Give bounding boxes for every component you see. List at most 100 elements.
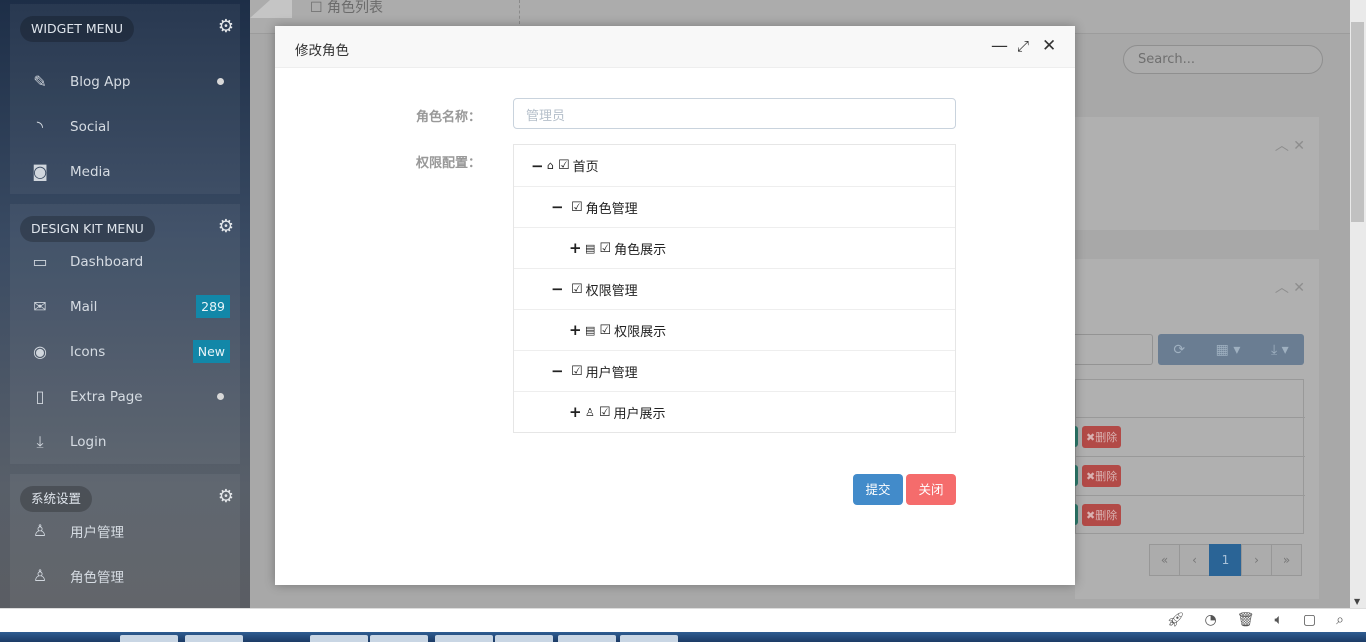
camera-icon: ◙	[32, 162, 48, 181]
close-button[interactable]: 关闭	[906, 474, 956, 505]
delete-button[interactable]: ✖删除	[1082, 426, 1122, 448]
checkbox-checked-icon[interactable]: ☑	[558, 158, 570, 173]
sidebar-item-mail[interactable]: ✉ Mail 289	[10, 284, 240, 329]
sidebar-item-extra-page[interactable]: ▯ Extra Page	[10, 374, 240, 419]
taskbar-item[interactable]	[370, 635, 428, 642]
rss-icon: ◝	[36, 117, 44, 136]
refresh-icon[interactable]: ⟳	[1173, 342, 1185, 358]
page-1-button[interactable]: 1	[1209, 544, 1242, 576]
checkbox-checked-icon[interactable]: ☑	[571, 282, 583, 297]
expand-toggle[interactable]: +	[569, 403, 582, 421]
sidebar-item-media[interactable]: ◙ Media	[10, 149, 240, 194]
taskbar-item[interactable]	[558, 635, 616, 642]
sidebar-item-label: Dashboard	[70, 253, 144, 270]
maximize-icon[interactable]: ⤢	[1017, 36, 1029, 56]
taskbar-item[interactable]	[435, 635, 493, 642]
pagination: « ‹ 1 › »	[1149, 544, 1302, 576]
node-label: 权限展示	[614, 324, 667, 340]
submit-button[interactable]: 提交	[853, 474, 903, 505]
collapse-toggle[interactable]: −	[531, 157, 544, 175]
tab-label: 角色列表	[327, 0, 384, 16]
sidebar-item-dashboard[interactable]: ▭ Dashboard	[10, 239, 240, 284]
tree-node-home[interactable]: − ⌂ ☑ 首页	[514, 145, 955, 186]
sidebar-item-login[interactable]: ⤓ Login	[10, 419, 240, 464]
mail-icon: ✉	[33, 297, 47, 316]
last-page-button[interactable]: »	[1271, 544, 1302, 576]
gear-icon[interactable]: ⚙	[218, 488, 234, 506]
prev-page-button[interactable]: ‹	[1179, 544, 1210, 576]
role-name-label: 角色名称：	[415, 110, 481, 125]
node-label: 用户管理	[585, 365, 638, 381]
scroll-down-arrow[interactable]: ▼	[1354, 597, 1360, 606]
tab-role-list[interactable]: ☐ 角色列表	[310, 0, 383, 17]
sidebar-item-role-management[interactable]: ♙ 角色管理	[10, 553, 240, 598]
close-icon[interactable]: ✕	[1042, 36, 1056, 56]
tree-node-permission-management[interactable]: − ☑ 权限管理	[514, 268, 955, 309]
tree-node-role-view[interactable]: + ▤ ☑ 角色展示	[514, 227, 955, 268]
gear-icon[interactable]: ⚙	[218, 218, 234, 236]
sidebar-item-label: 用户管理	[70, 524, 124, 541]
user-icon: ♙	[585, 405, 595, 419]
gear-icon[interactable]: ⚙	[218, 18, 234, 36]
permission-tree: − ⌂ ☑ 首页 − ☑ 角色管理 + ▤ ☑ 角色展示 − ☑ 权限管理 + ▤ ☑ 权限展示 − ☑ 用户…	[513, 144, 956, 433]
sidebar-item-social[interactable]: ◝ Social	[10, 104, 240, 149]
sidebar-item-label: Mail	[70, 298, 98, 315]
window-icon[interactable]: ▢	[1303, 612, 1316, 628]
sidebar-item-icons[interactable]: ◉ Icons New	[10, 329, 240, 374]
trash-icon[interactable]: 🗑︎	[1237, 612, 1255, 628]
sidebar-item-label: Extra Page	[70, 388, 143, 405]
checkbox-checked-icon[interactable]: ☑	[599, 241, 611, 256]
scrollbar-thumb[interactable]	[1351, 22, 1364, 222]
delete-button[interactable]: ✖删除	[1082, 504, 1122, 526]
system-settings-panel: 系统设置 ⚙ ♙ 用户管理 ♙ 角色管理	[10, 474, 240, 608]
tree-node-role-management[interactable]: − ☑ 角色管理	[514, 186, 955, 227]
collapse-toggle[interactable]: −	[551, 362, 564, 380]
sidebar-item-label: Icons	[70, 343, 106, 360]
scrollbar[interactable]: ▼	[1350, 0, 1366, 608]
tree-node-user-view[interactable]: + ♙ ☑ 用户展示	[514, 391, 955, 432]
sidebar-item-label: 角色管理	[70, 569, 124, 586]
taskbar-item[interactable]	[310, 635, 368, 642]
delete-button[interactable]: ✖删除	[1082, 465, 1122, 487]
collapse-close-icons[interactable]: ︿ ✕	[1275, 135, 1305, 155]
collapse-toggle[interactable]: −	[551, 198, 564, 216]
sidebar: WIDGET MENU ⚙ ✎ Blog App ◝ Social ◙ Media D…	[0, 0, 250, 608]
panel-box: ︿ ✕	[1075, 117, 1319, 230]
tree-node-user-management[interactable]: − ☑ 用户管理	[514, 350, 955, 391]
sidebar-item-user-management[interactable]: ♙ 用户管理	[10, 508, 240, 553]
volume-icon[interactable]: 🔈︎	[1275, 612, 1283, 628]
checkbox-checked-icon[interactable]: ☑	[571, 200, 583, 215]
minimize-icon[interactable]: —	[991, 36, 1008, 56]
taskbar-item[interactable]	[620, 635, 678, 642]
taskbar-item[interactable]	[185, 635, 243, 642]
tree-node-permission-view[interactable]: + ▤ ☑ 权限展示	[514, 309, 955, 350]
role-name-input[interactable]: 管理员	[513, 98, 956, 129]
mail-count-badge: 289	[196, 295, 230, 318]
home-icon: ⌂	[547, 159, 554, 172]
sidebar-item-blog-app[interactable]: ✎ Blog App	[10, 59, 240, 104]
node-label: 角色展示	[614, 242, 667, 258]
expand-toggle[interactable]: +	[569, 239, 582, 257]
export-icon[interactable]: ⤓ ▾	[1271, 342, 1289, 358]
speed-icon[interactable]: ◔	[1205, 612, 1217, 628]
checkbox-checked-icon[interactable]: ☑	[599, 323, 611, 338]
next-page-button[interactable]: ›	[1241, 544, 1272, 576]
collapse-close-icons[interactable]: ︿ ✕	[1275, 277, 1305, 297]
user-icon: ♙	[32, 521, 48, 540]
checkbox-checked-icon[interactable]: ☑	[599, 405, 611, 420]
download-icon: ⤓	[36, 431, 44, 451]
widget-menu-panel: WIDGET MENU ⚙ ✎ Blog App ◝ Social ◙ Media	[10, 4, 240, 194]
table-search-input[interactable]	[1075, 334, 1153, 365]
taskbar-item[interactable]	[495, 635, 553, 642]
expand-toggle[interactable]: +	[569, 321, 582, 339]
collapse-toggle[interactable]: −	[551, 280, 564, 298]
edit-icon: ✎	[33, 72, 47, 91]
search-input[interactable]: Search...	[1123, 45, 1323, 74]
sidebar-item-label: Login	[70, 433, 107, 450]
columns-icon[interactable]: ▦ ▾	[1216, 342, 1241, 358]
first-page-button[interactable]: «	[1149, 544, 1180, 576]
search-icon[interactable]: ⌕	[1336, 612, 1344, 628]
taskbar-item[interactable]	[120, 635, 178, 642]
rocket-icon[interactable]: 🚀︎	[1167, 612, 1185, 628]
checkbox-checked-icon[interactable]: ☑	[571, 364, 583, 379]
